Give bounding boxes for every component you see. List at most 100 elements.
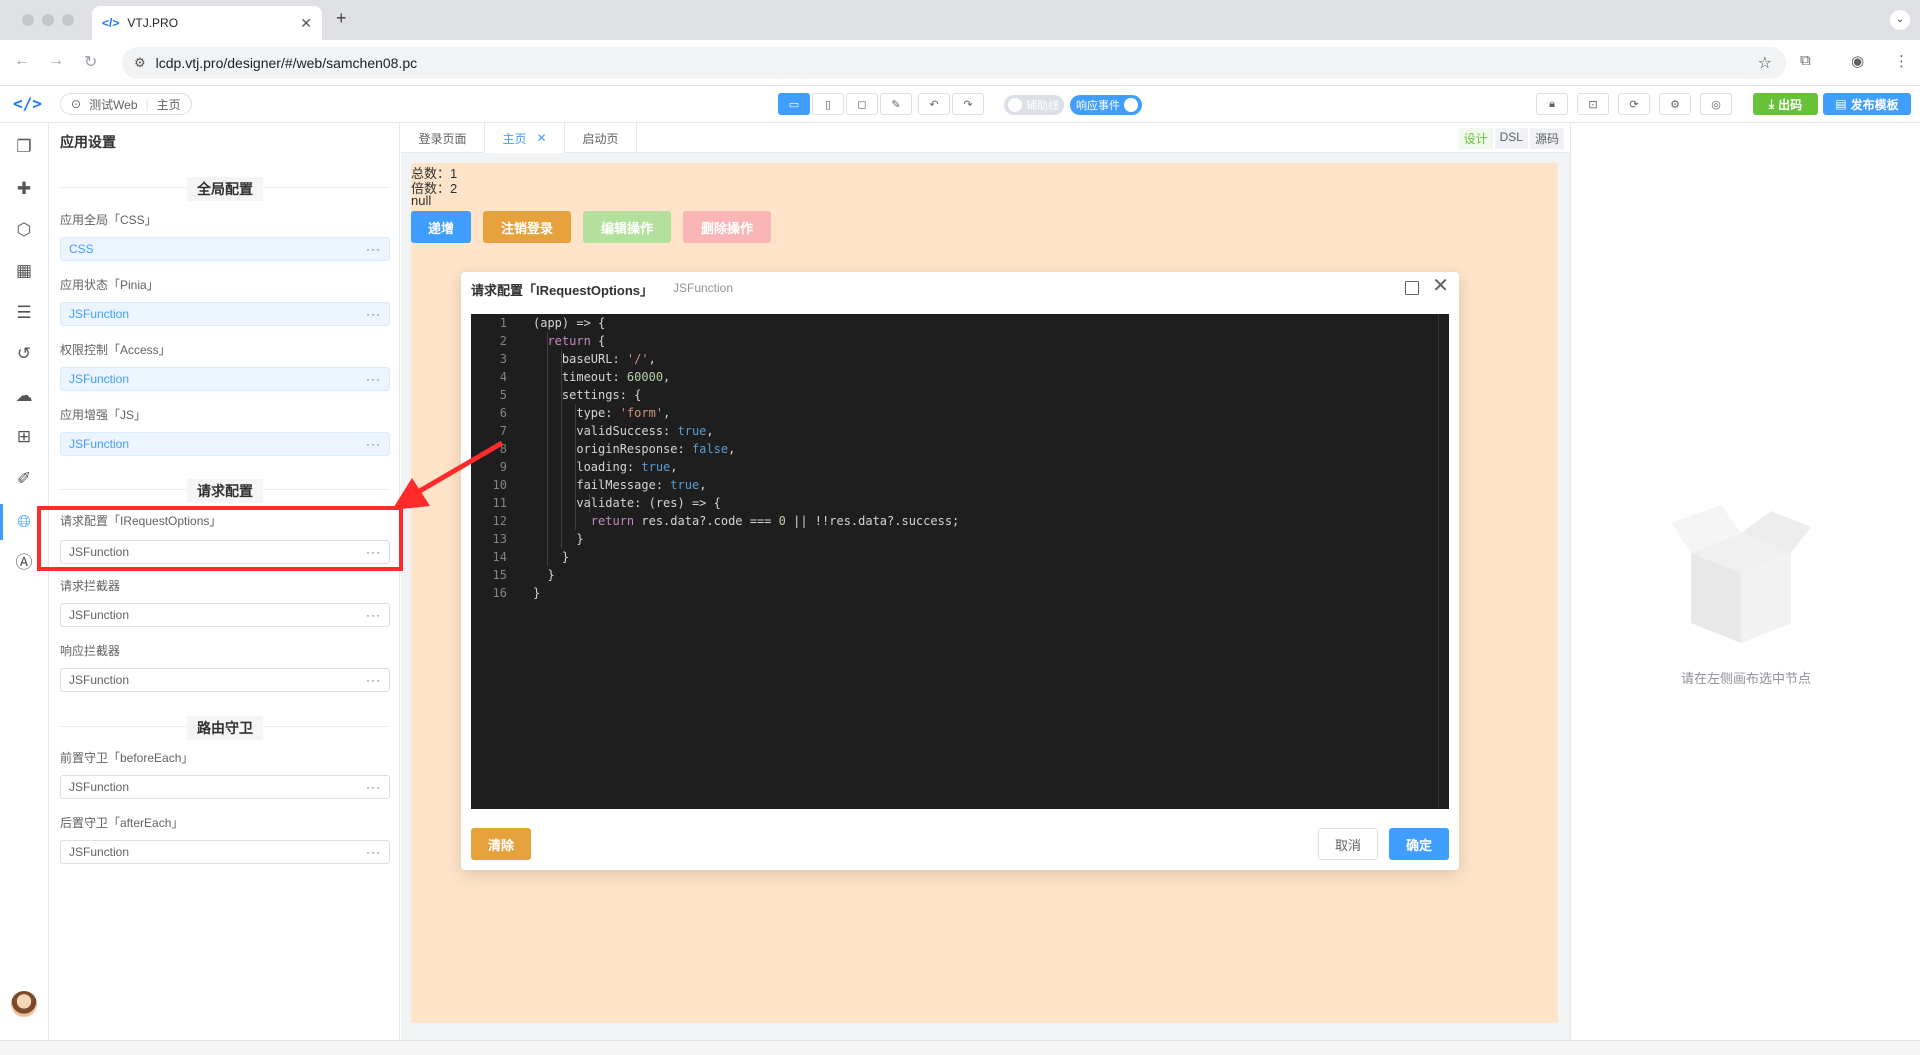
url-input[interactable]: ⚙ lcdp.vtj.pro/designer/#/web/samchen08.… [122, 47, 1786, 79]
ai-assistant-icon[interactable]: Ⓐ [12, 551, 36, 575]
before-each-field[interactable]: JSFunction ··· [60, 775, 390, 799]
undo-icon[interactable]: ↶ [918, 93, 950, 115]
export-code-button[interactable]: ⤓ 出码 [1753, 93, 1818, 115]
section-global-title: 全局配置 [187, 177, 263, 201]
editor-scrollbar[interactable] [1438, 314, 1439, 809]
code-text: } [533, 568, 555, 582]
pages-icon[interactable]: ❐ [12, 135, 36, 159]
line-number: 15 [492, 568, 507, 582]
publish-template-button[interactable]: ▤ 发布模板 [1823, 93, 1911, 115]
preview-icon[interactable]: ⊡ [1577, 93, 1609, 115]
ai-icon[interactable]: ◎ [1700, 93, 1732, 115]
more-icon[interactable]: ··· [366, 372, 381, 386]
more-icon[interactable]: ··· [366, 307, 381, 321]
apps-grid-icon[interactable]: ⊞ [12, 425, 36, 449]
close-tab-icon[interactable]: ✕ [300, 15, 312, 32]
code-text: loading: true, [533, 460, 678, 474]
more-icon[interactable]: ··· [366, 608, 381, 622]
globe-icon[interactable]: 🌐︎ [12, 510, 36, 534]
bookmark-star-icon[interactable]: ☆ [1758, 53, 1772, 73]
extensions-icon[interactable]: ⧉ [1800, 52, 1811, 69]
events-toggle[interactable]: 响应事件 [1070, 95, 1142, 115]
api-cloud-icon[interactable]: ☁ [12, 384, 36, 408]
request-options-field[interactable]: JSFunction ··· [60, 540, 390, 564]
guides-toggle[interactable]: 辅助线 [1004, 95, 1064, 115]
desktop-icon[interactable]: ▭ [778, 93, 810, 115]
window-minimize-dot[interactable] [42, 14, 54, 26]
browser-tab[interactable]: </> VTJ.PRO ✕ [92, 6, 322, 40]
window-zoom-dot[interactable] [62, 14, 74, 26]
code-editor[interactable]: 1 (app) => {2 return {3 baseURL: '/', 4 ti… [471, 314, 1449, 809]
pinia-field[interactable]: JSFunction ··· [60, 302, 390, 326]
more-icon[interactable]: ··· [366, 673, 381, 687]
line-number: 4 [499, 370, 507, 384]
plugin-icon[interactable]: ✚ [12, 177, 36, 201]
more-icon[interactable]: ··· [366, 780, 381, 794]
refresh-icon[interactable]: ⟳ [1618, 93, 1650, 115]
history-controls: ↶ ↷ [918, 93, 984, 115]
code-text: baseURL: '/', [533, 352, 656, 366]
more-icon[interactable]: ··· [366, 242, 381, 256]
component-box-icon[interactable]: ⬡ [12, 218, 36, 242]
js-enhance-field[interactable]: JSFunction ··· [60, 432, 390, 456]
request-interceptor-field-value: JSFunction [69, 608, 130, 622]
current-page-name: 主页 [156, 97, 181, 112]
chevron-down-icon[interactable]: ⌄ [1890, 10, 1910, 30]
field-label-pinia: 应用状态「Pinia」 [60, 278, 159, 292]
tab-launch-page[interactable]: 启动页 [565, 123, 637, 153]
site-settings-icon[interactable]: ⚙ [134, 55, 146, 71]
new-tab-icon[interactable]: + [336, 8, 347, 29]
clear-button[interactable]: 清除 [471, 828, 531, 860]
tablet-icon[interactable]: ◻ [846, 93, 878, 115]
settings-icon[interactable]: ⚙ [1659, 93, 1691, 115]
tab-login-page[interactable]: 登录页面 [401, 123, 485, 153]
lock-icon[interactable]: 🔒︎ [1536, 93, 1568, 115]
close-icon[interactable]: ✕ [536, 131, 546, 145]
profile-icon[interactable]: ◉ [1851, 52, 1864, 70]
more-icon[interactable]: ··· [366, 545, 381, 559]
history-icon[interactable]: ↺ [12, 342, 36, 366]
schema-edit-icon[interactable]: ✐ [12, 467, 36, 491]
window-close-dot[interactable] [22, 14, 34, 26]
toggle-knob [1008, 98, 1022, 112]
after-each-field[interactable]: JSFunction ··· [60, 840, 390, 864]
section-global: 全局配置 [60, 177, 390, 201]
maximize-icon[interactable] [1405, 281, 1419, 295]
response-interceptor-field[interactable]: JSFunction ··· [60, 668, 390, 692]
tab-label: 启动页 [582, 131, 619, 146]
avatar[interactable] [11, 991, 37, 1017]
access-field[interactable]: JSFunction ··· [60, 367, 390, 391]
breadcrumb-separator: | [145, 97, 149, 111]
mode-design[interactable]: 设计 [1458, 128, 1493, 149]
back-icon[interactable]: ← [14, 52, 30, 70]
breadcrumb[interactable]: ⊙ 测试Web | 主页 [60, 93, 192, 115]
request-interceptor-field[interactable]: JSFunction ··· [60, 603, 390, 627]
request-options-dialog: 请求配置「IRequestOptions」 JSFunction ✕ 1 (app… [461, 272, 1459, 870]
reload-icon[interactable]: ↻ [84, 52, 97, 72]
browser-menu-icon[interactable]: ⋮ [1894, 52, 1909, 70]
increment-button[interactable]: 递增 [411, 211, 471, 243]
mobile-icon[interactable]: ▯ [812, 93, 844, 115]
vtj-logo-icon[interactable]: </> [13, 94, 42, 113]
redo-icon[interactable]: ↷ [952, 93, 984, 115]
more-icon[interactable]: ··· [366, 845, 381, 859]
mode-source[interactable]: 源码 [1529, 128, 1564, 149]
download-icon: ⤓ [1768, 96, 1775, 111]
edit-action-button[interactable]: 编辑操作 [583, 211, 671, 243]
pinia-field-value: JSFunction [69, 307, 130, 321]
tab-home[interactable]: 主页 ✕ [485, 123, 565, 153]
css-field[interactable]: CSS ··· [60, 237, 390, 261]
outline-list-icon[interactable]: ☰ [12, 301, 36, 325]
cancel-button[interactable]: 取消 [1318, 828, 1378, 860]
field-label-response-interceptor: 响应拦截器 [60, 644, 121, 658]
more-icon[interactable]: ··· [366, 437, 381, 451]
mode-dsl[interactable]: DSL [1494, 128, 1528, 149]
pen-icon[interactable]: ✎ [880, 93, 912, 115]
logout-button[interactable]: 注销登录 [483, 211, 571, 243]
code-text: originResponse: false, [533, 442, 736, 456]
delete-action-button[interactable]: 删除操作 [683, 211, 771, 243]
close-icon[interactable]: ✕ [1432, 276, 1449, 296]
layout-icon[interactable]: ▦ [12, 259, 36, 283]
forward-icon[interactable]: → [48, 52, 64, 70]
confirm-button[interactable]: 确定 [1389, 828, 1449, 860]
